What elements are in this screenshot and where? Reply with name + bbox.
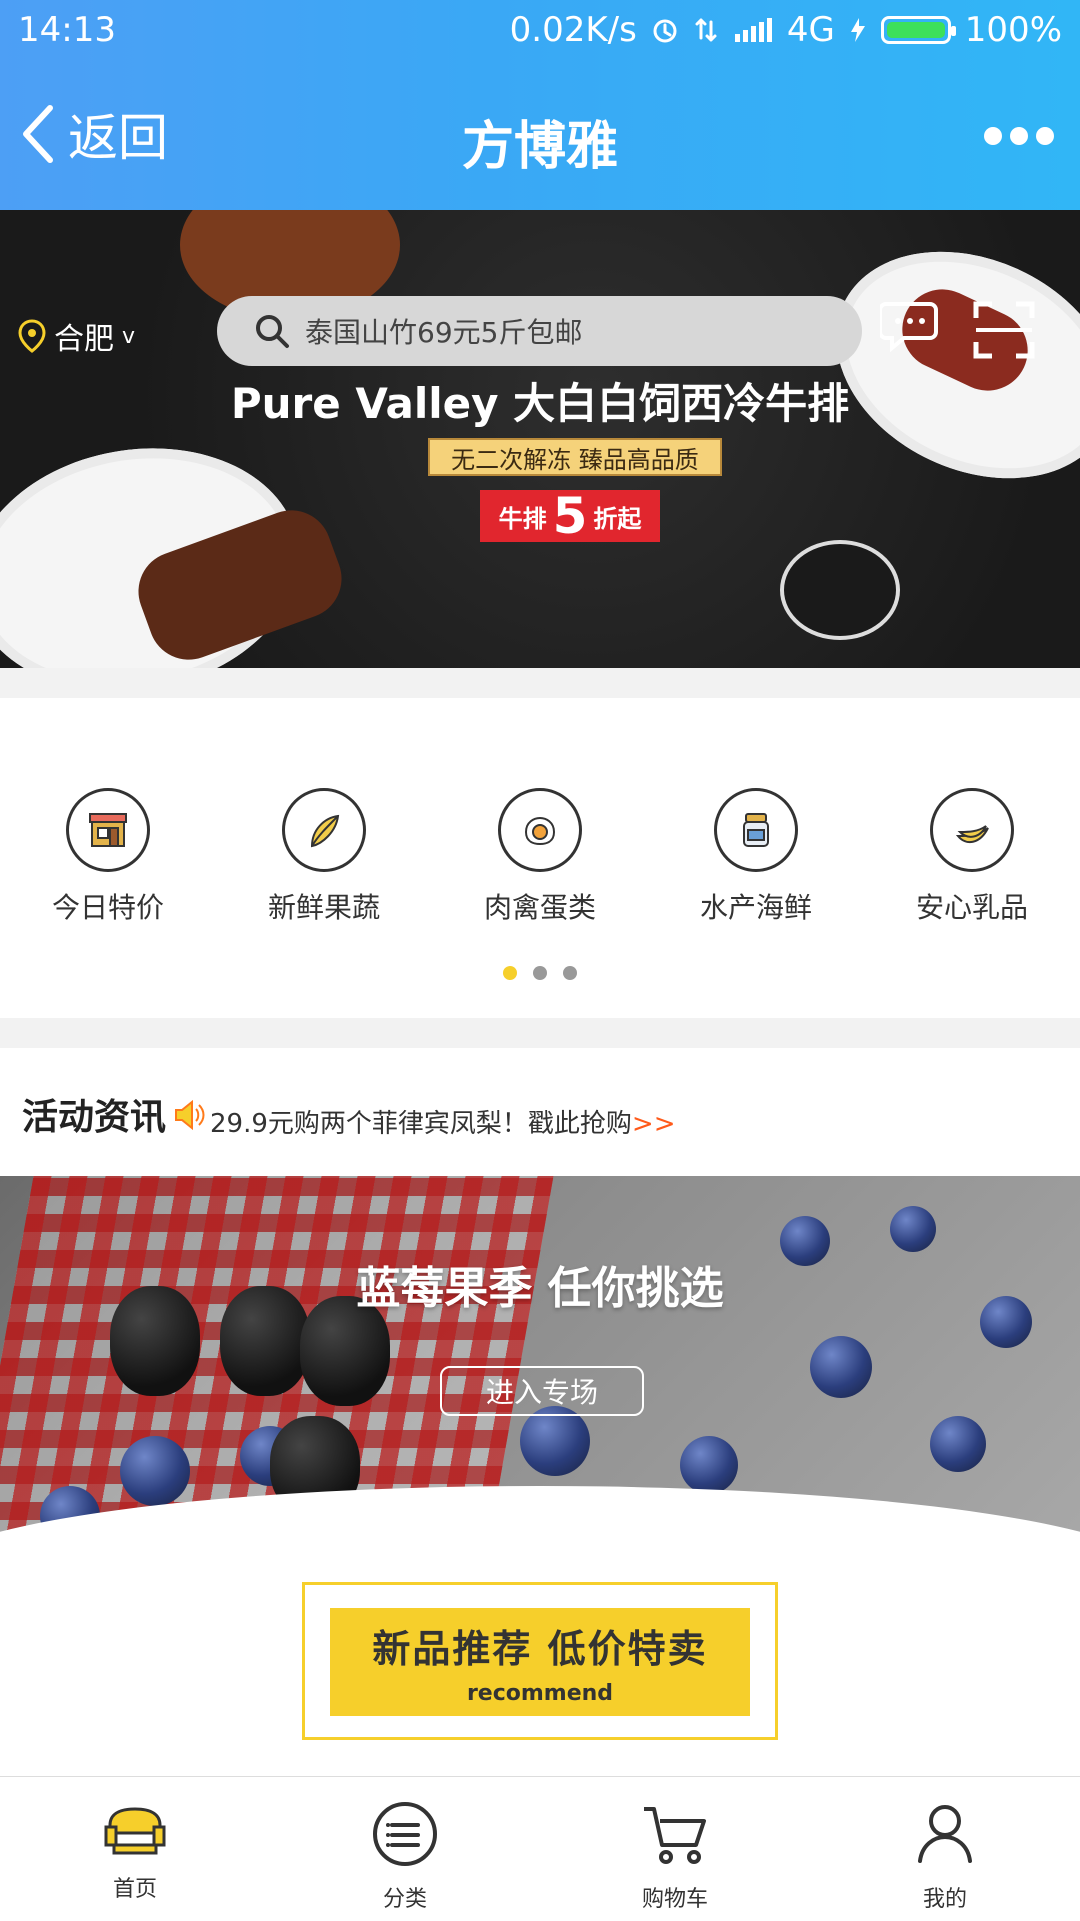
blueberry: [680, 1436, 738, 1494]
category-item-meat-egg[interactable]: 肉禽蛋类: [465, 788, 615, 926]
activity-text[interactable]: 29.9元购两个菲律宾凤梨！戳此抢购>>: [210, 1103, 675, 1140]
category-label: 水产海鲜: [699, 891, 812, 924]
page-title: 方博雅: [461, 117, 618, 177]
banner-discount-badge: 牛排 5 折起: [480, 487, 660, 545]
blueberry: [120, 1436, 190, 1506]
banner-subline: 无二次解冻 臻品高品质: [428, 438, 722, 476]
location-city: 合肥: [54, 322, 114, 357]
search-placeholder: 泰国山竹69元5斤包邮: [305, 316, 583, 349]
category-grid: 今日特价 新鲜果蔬 肉禽蛋类 水产海鲜 安心乳品: [0, 698, 1080, 1018]
category-icon-circle: [714, 788, 798, 872]
tab-label: 我的: [922, 1887, 967, 1912]
location-pin-icon: [18, 319, 46, 353]
pager-dot-active[interactable]: [503, 966, 517, 980]
battery-percent: 100%: [964, 10, 1062, 50]
shop-icon: [89, 813, 127, 847]
search-bar[interactable]: 泰国山竹69元5斤包邮: [217, 296, 862, 366]
scan-icon[interactable]: [972, 298, 1036, 362]
battery-icon: [880, 16, 956, 44]
status-time: 14:13: [18, 10, 116, 50]
category-label: 今日特价: [51, 891, 164, 924]
blueberry: [520, 1406, 590, 1476]
badge-prefix: 牛排: [498, 504, 547, 533]
category-icon-circle: [930, 788, 1014, 872]
activity-news[interactable]: 活动资讯 29.9元购两个菲律宾凤梨！戳此抢购>>: [0, 1048, 1080, 1176]
category-icon-circle: [66, 788, 150, 872]
search-icon: [256, 315, 289, 348]
network-type: 4G: [786, 10, 835, 50]
recommend-banner[interactable]: 新品推荐 低价特卖 recommend: [330, 1608, 750, 1716]
tab-label: 分类: [382, 1887, 427, 1912]
signal-icon: [734, 18, 772, 42]
activity-arrow: >>: [631, 1109, 676, 1139]
category-pager[interactable]: [0, 966, 1080, 980]
hero-banner[interactable]: 合肥 v 泰国山竹69元5斤包邮 Pure Valley 大白白饲西冷牛排 无二…: [0, 210, 1080, 668]
recommend-main-text: 新品推荐 低价特卖: [372, 1627, 708, 1671]
badge-number: 5: [552, 487, 588, 545]
recommend-section[interactable]: 新品推荐 低价特卖 recommend: [0, 1556, 1080, 1776]
tab-me[interactable]: 我的: [845, 1799, 1045, 1913]
jar-icon: [743, 813, 769, 847]
tab-label: 首页: [112, 1877, 157, 1902]
data-transfer-icon: [695, 18, 717, 42]
banner-headline: Pure Valley 大白白饲西冷牛排: [230, 379, 850, 428]
message-icon[interactable]: [880, 298, 942, 354]
category-item-seafood[interactable]: 水产海鲜: [681, 788, 831, 926]
network-speed: 0.02K/s: [509, 10, 637, 50]
blueberry: [930, 1416, 986, 1472]
blueberry-promo-banner[interactable]: 蓝莓果季 任你挑选 进入专场: [0, 1176, 1080, 1556]
category-icon-circle: [498, 788, 582, 872]
cart-icon: [644, 1807, 706, 1864]
category-label: 肉禽蛋类: [483, 891, 596, 924]
more-dot: [1010, 127, 1028, 145]
location-selector[interactable]: 合肥 v: [18, 314, 135, 358]
tab-cart[interactable]: 购物车: [575, 1799, 775, 1913]
category-item-dairy[interactable]: 安心乳品: [897, 788, 1047, 926]
badge-suffix: 折起: [593, 504, 642, 533]
tab-home[interactable]: 首页: [35, 1799, 235, 1903]
speaker-icon: [175, 1099, 205, 1131]
home-sofa-icon: [104, 1807, 166, 1855]
alarm-icon: [653, 19, 677, 43]
enter-section-button[interactable]: 进入专场: [440, 1366, 644, 1416]
battery-fill: [886, 22, 945, 38]
blueberry: [810, 1336, 872, 1398]
banana-icon: [955, 825, 989, 844]
more-dot: [1036, 127, 1054, 145]
user-icon: [918, 1805, 972, 1863]
pager-dot[interactable]: [563, 966, 577, 980]
category-item-today-special[interactable]: 今日特价: [33, 788, 183, 926]
more-button[interactable]: [984, 126, 1054, 146]
category-icon-circle: [282, 788, 366, 872]
pager-dot[interactable]: [533, 966, 547, 980]
egg-icon: [524, 816, 556, 846]
bottom-tab-bar: 首页 分类 购物车 我的: [0, 1776, 1080, 1921]
tab-label: 购物车: [641, 1887, 708, 1912]
category-label: 新鲜果蔬: [267, 891, 380, 924]
promo-title: 蓝莓果季 任你挑选: [356, 1263, 724, 1314]
location-chevron: v: [122, 323, 136, 349]
recommend-sub-text: recommend: [466, 1681, 614, 1706]
activity-message: 29.9元购两个菲律宾凤梨！戳此抢购: [210, 1109, 632, 1139]
status-right: 0.02K/s 4G 100%: [510, 10, 1062, 50]
potato-bowl: [780, 540, 900, 640]
vegetable-icon: [310, 814, 340, 848]
charging-icon: [850, 18, 865, 42]
category-label: 安心乳品: [915, 891, 1028, 924]
category-item-fresh-produce[interactable]: 新鲜果蔬: [249, 788, 399, 926]
blueberry: [890, 1206, 936, 1252]
tab-category[interactable]: 分类: [305, 1799, 505, 1913]
more-dot: [984, 127, 1002, 145]
category-list-icon: [373, 1802, 437, 1866]
top-header: 14:13 0.02K/s 4G 100% 返回 方博雅: [0, 0, 1080, 210]
activity-title: 活动资讯: [22, 1097, 167, 1138]
